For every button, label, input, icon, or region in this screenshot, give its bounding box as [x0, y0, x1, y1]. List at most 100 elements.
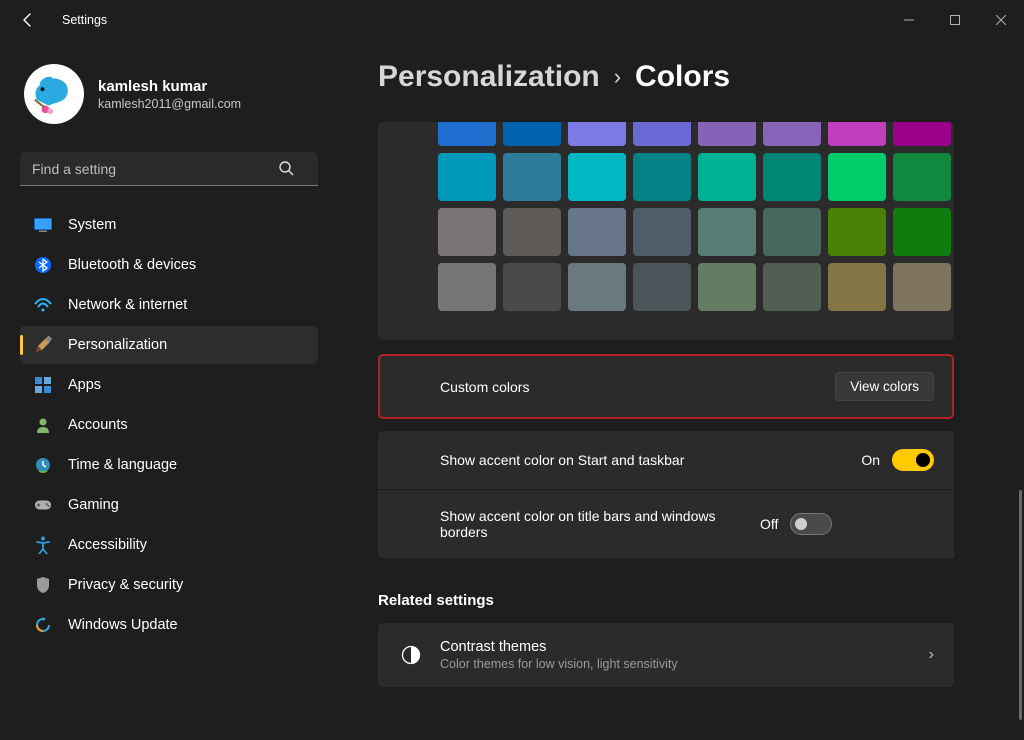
sidebar-item-access[interactable]: Accessibility: [20, 526, 318, 564]
custom-colors-label: Custom colors: [440, 379, 835, 395]
search-icon: [278, 160, 294, 181]
color-swatch[interactable]: [568, 122, 626, 146]
access-icon: [34, 536, 52, 554]
update-icon: [34, 616, 52, 634]
accent-title-label: Show accent color on title bars and wind…: [440, 508, 760, 540]
color-swatch[interactable]: [828, 263, 886, 311]
custom-colors-row: Custom colors View colors: [378, 354, 954, 419]
color-swatch[interactable]: [828, 122, 886, 146]
contrast-themes-subtitle: Color themes for low vision, light sensi…: [440, 657, 911, 671]
sidebar-item-system[interactable]: System: [20, 206, 318, 244]
color-swatch[interactable]: [633, 263, 691, 311]
system-icon: [34, 216, 52, 234]
app-title: Settings: [62, 13, 107, 27]
sidebar-item-time[interactable]: Time & language: [20, 446, 318, 484]
accent-title-row: Show accent color on title bars and wind…: [378, 489, 954, 558]
sidebar-item-label: Windows Update: [68, 617, 178, 633]
scrollbar[interactable]: [1016, 40, 1022, 740]
accent-start-state: On: [861, 452, 880, 468]
related-settings-heading: Related settings: [378, 592, 1002, 609]
sidebar-item-label: Apps: [68, 377, 101, 393]
sidebar-item-personalize[interactable]: Personalization: [20, 326, 318, 364]
sidebar-item-label: Gaming: [68, 497, 119, 513]
accent-title-state: Off: [760, 516, 778, 532]
sidebar-item-label: Bluetooth & devices: [68, 257, 196, 273]
color-swatch[interactable]: [698, 263, 756, 311]
sidebar: kamlesh kumar kamlesh2011@gmail.com Syst…: [0, 40, 330, 740]
color-swatch[interactable]: [438, 153, 496, 201]
color-swatch[interactable]: [763, 208, 821, 256]
breadcrumb: Personalization › Colors: [378, 60, 1002, 94]
color-swatch[interactable]: [763, 153, 821, 201]
breadcrumb-current: Colors: [635, 60, 730, 94]
back-button[interactable]: [18, 10, 38, 30]
user-email: kamlesh2011@gmail.com: [98, 97, 241, 111]
sidebar-item-bluetooth[interactable]: Bluetooth & devices: [20, 246, 318, 284]
accent-start-label: Show accent color on Start and taskbar: [440, 452, 861, 468]
gaming-icon: [34, 496, 52, 514]
color-swatch[interactable]: [438, 263, 496, 311]
view-colors-button[interactable]: View colors: [835, 372, 934, 401]
color-swatch[interactable]: [438, 122, 496, 146]
color-grid: [438, 122, 954, 311]
color-swatch[interactable]: [568, 208, 626, 256]
sidebar-item-label: Time & language: [68, 457, 177, 473]
sidebar-item-accounts[interactable]: Accounts: [20, 406, 318, 444]
color-swatch[interactable]: [503, 208, 561, 256]
user-card[interactable]: kamlesh kumar kamlesh2011@gmail.com: [20, 64, 318, 144]
scrollbar-thumb[interactable]: [1019, 490, 1022, 720]
color-swatch[interactable]: [438, 208, 496, 256]
contrast-icon: [400, 644, 422, 666]
color-swatch[interactable]: [503, 153, 561, 201]
accent-start-row: Show accent color on Start and taskbar O…: [378, 431, 954, 489]
color-swatch[interactable]: [568, 153, 626, 201]
breadcrumb-parent[interactable]: Personalization: [378, 60, 600, 94]
sidebar-item-apps[interactable]: Apps: [20, 366, 318, 404]
contrast-themes-title: Contrast themes: [440, 639, 911, 655]
color-swatch[interactable]: [503, 122, 561, 146]
chevron-right-icon: ›: [614, 64, 621, 90]
time-icon: [34, 456, 52, 474]
sidebar-item-update[interactable]: Windows Update: [20, 606, 318, 644]
sidebar-item-label: Accounts: [68, 417, 128, 433]
avatar: [24, 64, 84, 124]
color-swatch[interactable]: [568, 263, 626, 311]
sidebar-item-privacy[interactable]: Privacy & security: [20, 566, 318, 604]
color-swatch[interactable]: [893, 122, 951, 146]
nav-list: System Bluetooth & devices Network & inter…: [20, 206, 318, 644]
window-close-button[interactable]: [978, 0, 1024, 40]
color-swatch[interactable]: [763, 263, 821, 311]
titlebar: Settings: [0, 0, 1024, 40]
window-maximize-button[interactable]: [932, 0, 978, 40]
color-swatch[interactable]: [763, 122, 821, 146]
accent-title-toggle[interactable]: [790, 513, 832, 535]
color-swatch[interactable]: [828, 208, 886, 256]
color-swatch[interactable]: [893, 263, 951, 311]
sidebar-item-network[interactable]: Network & internet: [20, 286, 318, 324]
color-swatch[interactable]: [828, 153, 886, 201]
color-swatch[interactable]: [633, 153, 691, 201]
search-input[interactable]: [20, 152, 318, 186]
color-swatch[interactable]: [893, 153, 951, 201]
color-swatch[interactable]: [503, 263, 561, 311]
chevron-right-icon: ›: [929, 646, 934, 664]
personalize-icon: [34, 336, 52, 354]
sidebar-item-label: Accessibility: [68, 537, 147, 553]
window-minimize-button[interactable]: [886, 0, 932, 40]
color-swatch[interactable]: [633, 122, 691, 146]
privacy-icon: [34, 576, 52, 594]
sidebar-item-label: System: [68, 217, 116, 233]
contrast-themes-card[interactable]: Contrast themes Color themes for low vis…: [378, 623, 954, 687]
accent-start-toggle[interactable]: [892, 449, 934, 471]
color-swatch[interactable]: [698, 153, 756, 201]
sidebar-item-gaming[interactable]: Gaming: [20, 486, 318, 524]
color-swatch[interactable]: [633, 208, 691, 256]
color-swatch[interactable]: [893, 208, 951, 256]
color-swatch[interactable]: [698, 122, 756, 146]
network-icon: [34, 296, 52, 314]
main-content: Personalization › Colors Custom colors V…: [330, 40, 1024, 740]
sidebar-item-label: Personalization: [68, 337, 167, 353]
accounts-icon: [34, 416, 52, 434]
accent-color-panel: [378, 122, 954, 340]
color-swatch[interactable]: [698, 208, 756, 256]
